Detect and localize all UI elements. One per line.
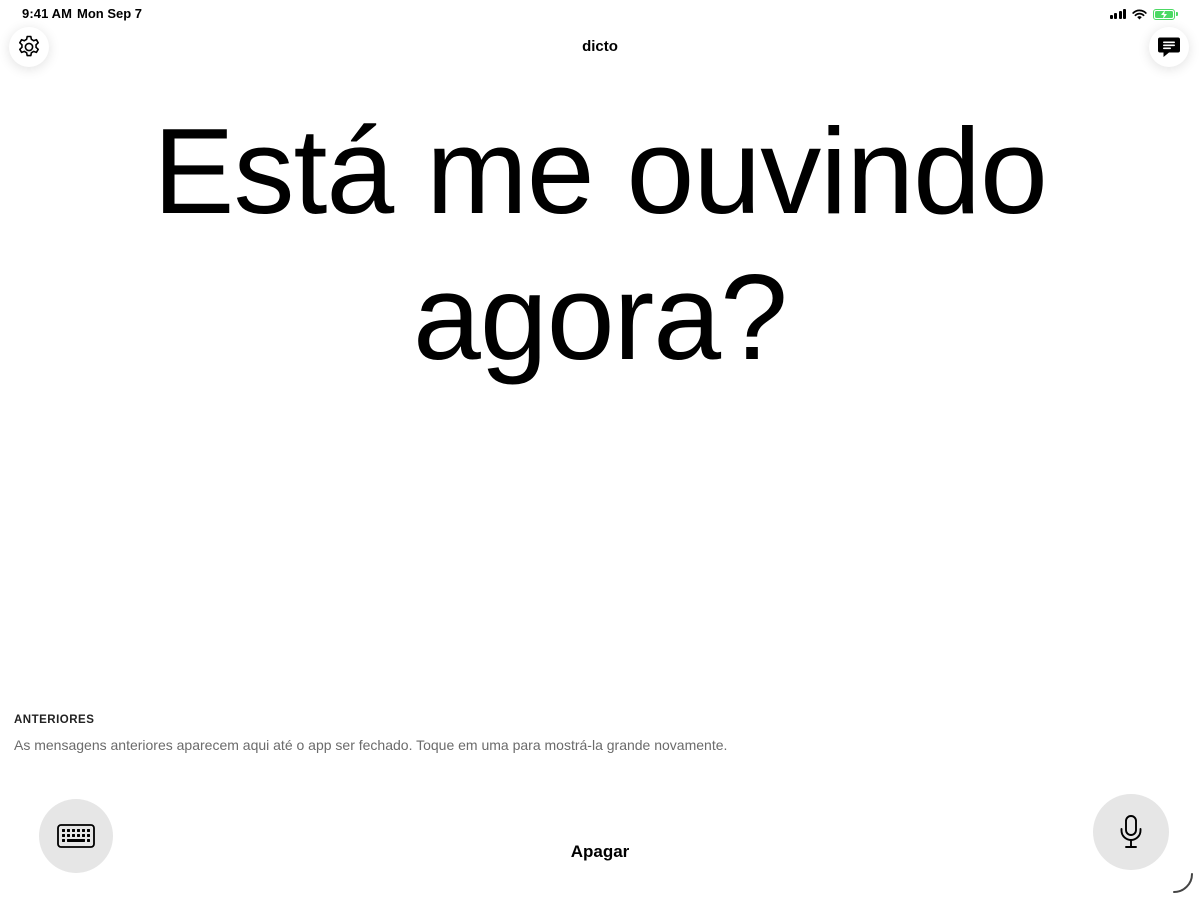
previous-section-heading: ANTERIORES <box>14 714 95 726</box>
microphone-button[interactable] <box>1093 794 1169 870</box>
battery-icon <box>1153 8 1175 20</box>
wifi-icon <box>1132 9 1147 19</box>
messages-button[interactable] <box>1149 27 1189 67</box>
current-message-line-1: Está me ouvindo <box>153 103 1048 239</box>
clear-area: Apagar <box>0 842 1200 862</box>
microphone-icon <box>1120 815 1142 848</box>
cellular-signal-icon <box>1109 9 1126 19</box>
clear-button[interactable]: Apagar <box>571 842 630 861</box>
app-screen: 9:41 AM Mon Sep 7 dicto Está me ouvindo … <box>0 0 1200 900</box>
status-icons <box>1109 6 1178 22</box>
status-date: Mon Sep 7 <box>77 6 143 21</box>
current-message: Está me ouvindo agora? <box>100 98 1100 390</box>
resize-handle-icon[interactable] <box>1172 872 1194 894</box>
previous-section-hint: As mensagens anteriores aparecem aqui at… <box>14 737 728 753</box>
app-title: dicto <box>582 38 618 55</box>
current-message-line-2: agora? <box>413 249 788 385</box>
charging-bolt-icon <box>1161 9 1167 19</box>
status-time: 9:41 AM <box>22 6 73 21</box>
chat-bubble-icon <box>1158 37 1180 57</box>
